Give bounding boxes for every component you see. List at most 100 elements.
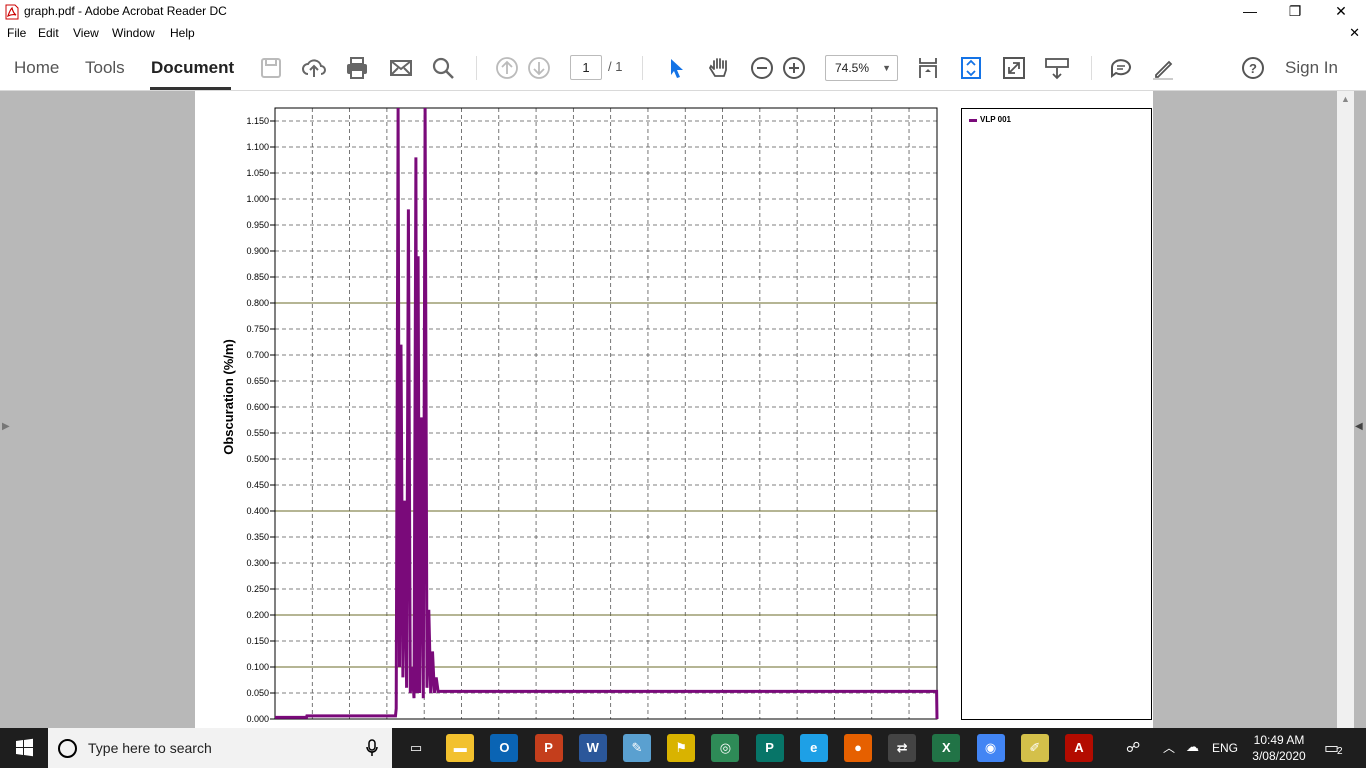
help-icon[interactable]: ? — [1240, 55, 1266, 81]
page-up-icon[interactable] — [494, 55, 520, 81]
menu-bar: File Edit View Window Help ✕ — [0, 24, 1366, 44]
toolbar: Home Tools Document 1 / 1 74.5% ▼ ? Sign… — [0, 44, 1366, 91]
fit-page-icon[interactable] — [915, 55, 941, 81]
notes-app-taskbar-icon[interactable]: ✐ — [1020, 734, 1049, 762]
firefox-taskbar-icon[interactable]: ● — [844, 734, 872, 762]
network-app-taskbar-icon[interactable]: ◎ — [711, 734, 740, 762]
menu-file[interactable]: File — [7, 26, 26, 40]
restore-button[interactable]: ❐ — [1272, 0, 1318, 24]
hand-icon[interactable] — [706, 55, 732, 81]
chart: 0.000 0.050 0.100 0.150 0.200 0.250 0.300 0.350… — [221, 107, 939, 724]
y-tick-label: 0.900 — [246, 246, 269, 256]
people-icon[interactable]: ☍ — [1126, 739, 1140, 756]
y-tick-label: 0.400 — [246, 506, 269, 516]
zoom-in-icon[interactable] — [781, 55, 807, 81]
zoom-out-icon[interactable] — [749, 55, 775, 81]
title-bar: graph.pdf - Adobe Acrobat Reader DC — ❐ … — [0, 0, 1366, 24]
windows-start-icon[interactable] — [0, 728, 48, 768]
menu-help[interactable]: Help — [170, 26, 195, 40]
zoom-level-select[interactable]: 74.5% ▼ — [825, 55, 898, 81]
zoom-level-value: 74.5% — [835, 61, 870, 75]
y-tick-label: 0.650 — [246, 376, 269, 386]
y-tick-label: 0.750 — [246, 324, 269, 334]
publisher-taskbar-icon[interactable]: P — [755, 734, 784, 762]
vertical-scrollbar[interactable]: ▲ — [1337, 91, 1354, 728]
y-tick-label: 0.600 — [246, 402, 269, 412]
series-line-vlp-001 — [275, 107, 939, 720]
word-taskbar-icon[interactable]: W — [578, 734, 607, 762]
sign-in-link[interactable]: Sign In — [1285, 58, 1338, 78]
app-yellow-taskbar-icon[interactable]: ⚑ — [667, 734, 696, 762]
y-tick-label: 0.700 — [246, 350, 269, 360]
legend-label: VLP 001 — [980, 115, 1011, 124]
tab-tools[interactable]: Tools — [85, 58, 125, 78]
menu-window[interactable]: Window — [112, 26, 155, 40]
y-tick-label: 0.200 — [246, 610, 269, 620]
y-tick-label: 0.850 — [246, 272, 269, 282]
acrobat-app-icon — [5, 4, 19, 20]
notification-count: 2 — [1337, 746, 1343, 757]
left-panel-toggle-icon[interactable]: ▶ — [2, 421, 10, 432]
sync-app-taskbar-icon[interactable]: ⇄ — [888, 734, 917, 762]
tab-document[interactable]: Document — [151, 58, 234, 78]
tab-home[interactable]: Home — [14, 58, 59, 78]
toolbar-separator — [476, 56, 477, 80]
internet-explorer-taskbar-icon[interactable]: e — [799, 734, 828, 762]
y-tick-label: 0.450 — [246, 480, 269, 490]
close-document-icon[interactable]: ✕ — [1349, 25, 1360, 41]
minimize-button[interactable]: — — [1227, 0, 1273, 24]
full-screen-icon[interactable] — [1001, 55, 1027, 81]
page-number-input[interactable]: 1 — [570, 55, 602, 80]
comment-icon[interactable] — [1108, 55, 1134, 81]
print-icon[interactable] — [344, 55, 370, 81]
svg-text:?: ? — [1249, 61, 1257, 76]
excel-taskbar-icon[interactable]: X — [932, 734, 961, 762]
chart-axis: 0.000 0.050 0.100 0.150 0.200 0.250 0.300 0.350… — [246, 107, 938, 724]
chart-legend: VLP 001 — [961, 108, 1152, 720]
y-tick-label: 0.500 — [246, 454, 269, 464]
menu-view[interactable]: View — [73, 26, 99, 40]
taskbar-search-box[interactable]: Type here to search — [48, 728, 392, 768]
page-down-icon[interactable] — [526, 55, 552, 81]
scroll-mode-icon[interactable] — [958, 55, 984, 81]
y-tick-label: 0.950 — [246, 220, 269, 230]
search-icon[interactable] — [430, 55, 456, 81]
right-panel-toggle-icon[interactable]: ◀ — [1355, 421, 1363, 432]
acrobat-taskbar-icon[interactable]: A — [1065, 734, 1093, 762]
task-view-taskbar-icon[interactable]: ▭ — [402, 734, 430, 762]
chrome-taskbar-icon[interactable]: ◉ — [976, 734, 1005, 762]
y-tick-label: 0.350 — [246, 532, 269, 542]
y-tick-label: 1.150 — [246, 116, 269, 126]
language-indicator[interactable]: ENG — [1212, 741, 1238, 755]
taskbar: Type here to search ▭ ▬ O P W ✎ ⚑ ◎ Pe ● ⇄ X ◉ ✐ A ☍ ︿… — [0, 728, 1366, 768]
cortana-icon — [58, 739, 77, 758]
paint-taskbar-icon[interactable]: ✎ — [623, 734, 651, 762]
cloud-upload-icon[interactable] — [301, 55, 327, 81]
y-tick-label: 0.150 — [246, 636, 269, 646]
y-tick-label: 1.000 — [246, 194, 269, 204]
powerpoint-taskbar-icon[interactable]: P — [534, 734, 563, 762]
close-button[interactable]: ✕ — [1318, 0, 1364, 24]
toolbar-separator — [1091, 56, 1092, 80]
read-mode-icon[interactable] — [1044, 55, 1070, 81]
y-tick-label: 0.050 — [246, 688, 269, 698]
y-axis-label: Obscuration (%/m) — [221, 339, 236, 455]
file-explorer-taskbar-icon[interactable]: ▬ — [446, 734, 475, 762]
select-cursor-icon[interactable] — [663, 55, 689, 81]
outlook-taskbar-icon[interactable]: O — [490, 734, 519, 762]
email-icon[interactable] — [388, 55, 414, 81]
save-icon[interactable] — [258, 55, 284, 81]
y-tick-label: 1.050 — [246, 168, 269, 178]
scroll-up-icon[interactable]: ▲ — [1341, 94, 1350, 104]
chart-grid — [275, 108, 937, 719]
system-clock[interactable]: 10:49 AM 3/08/2020 — [1244, 732, 1314, 764]
page-total: / 1 — [608, 59, 623, 74]
window-title: graph.pdf - Adobe Acrobat Reader DC — [24, 4, 227, 18]
onedrive-icon[interactable]: ☁ — [1186, 739, 1199, 755]
tray-overflow-icon[interactable]: ︿ — [1163, 739, 1175, 756]
highlight-pen-icon[interactable] — [1150, 55, 1176, 81]
microphone-icon[interactable] — [366, 739, 378, 757]
y-tick-label: 0.300 — [246, 558, 269, 568]
menu-edit[interactable]: Edit — [38, 26, 59, 40]
toolbar-separator — [642, 56, 643, 80]
